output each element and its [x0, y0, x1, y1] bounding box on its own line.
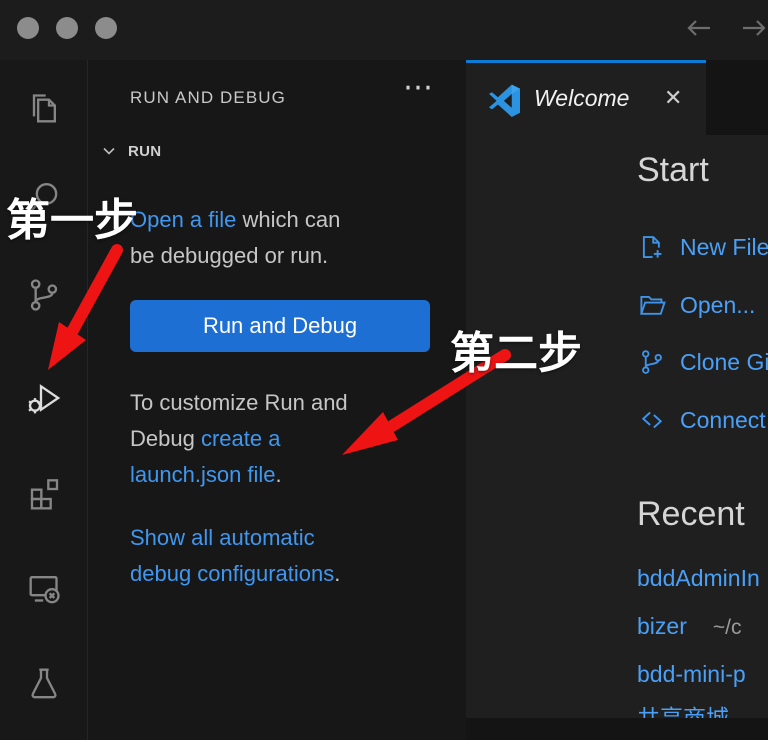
title-bar: [0, 0, 768, 60]
run-intro-text: Open a file which can be debugged or run…: [130, 202, 442, 274]
show-all-period: .: [334, 561, 340, 586]
open-folder-icon: [637, 290, 667, 320]
start-item-clone[interactable]: Clone Git Repository...: [637, 345, 768, 379]
customize-line1: To customize Run and: [130, 385, 442, 421]
start-item-open[interactable]: Open...: [637, 288, 768, 322]
recent-heading: Recent: [637, 495, 745, 534]
traffic-light-zoom[interactable]: [95, 17, 117, 39]
intro-text-line2: be debugged or run.: [130, 238, 442, 274]
recent-item-name[interactable]: 共享商城: [637, 705, 729, 718]
start-item-new-file[interactable]: New File...: [637, 230, 768, 264]
show-all-configs-text: Show all automatic debug configurations.: [130, 520, 442, 592]
recent-item-name[interactable]: bddAdminIn: [637, 565, 760, 591]
customize-period: .: [276, 462, 282, 487]
traffic-light-close[interactable]: [17, 17, 39, 39]
run-and-debug-panel: RUN AND DEBUG ⋯ RUN Open a file which ca…: [88, 60, 466, 740]
more-actions-icon[interactable]: ⋯: [403, 70, 435, 105]
source-control-icon[interactable]: [24, 275, 64, 315]
start-item-label: New File...: [680, 234, 768, 261]
recent-item[interactable]: bizer ~/c: [637, 611, 768, 641]
chevron-down-icon: [100, 142, 118, 160]
start-item-label: Clone Git Repository...: [680, 349, 768, 376]
recent-item-name[interactable]: bizer: [637, 613, 687, 639]
tab-bar: Welcome ✕: [466, 60, 768, 135]
testing-icon[interactable]: [24, 663, 64, 703]
recent-item[interactable]: bdd-mini-p: [637, 659, 768, 689]
tab-welcome[interactable]: Welcome ✕: [466, 60, 706, 135]
new-file-icon: [637, 232, 667, 262]
create-launch-json-link-line2[interactable]: launch.json file: [130, 462, 276, 487]
recent-item[interactable]: bddAdminIn: [637, 563, 768, 593]
panel-title: RUN AND DEBUG: [130, 88, 286, 108]
vscode-logo-icon: [488, 84, 521, 117]
welcome-page: Start New File... Open...: [466, 135, 768, 718]
intro-text-rest: which can: [236, 207, 340, 232]
recent-item-clipped[interactable]: 共享商城: [637, 703, 768, 718]
tab-close-icon[interactable]: ✕: [664, 85, 682, 111]
tab-title: Welcome: [534, 85, 629, 112]
recent-item-name[interactable]: bdd-mini-p: [637, 661, 746, 687]
traffic-light-minimize[interactable]: [56, 17, 78, 39]
remote-icon: [637, 405, 667, 435]
run-section-label: RUN: [128, 143, 161, 160]
search-icon[interactable]: [24, 178, 64, 218]
history-back-icon[interactable]: [683, 12, 715, 44]
start-item-label: Connect to...: [680, 407, 768, 434]
run-and-debug-icon[interactable]: [24, 378, 64, 418]
create-launch-json-link[interactable]: create a: [201, 426, 281, 451]
start-item-connect[interactable]: Connect to...: [637, 403, 768, 437]
start-item-label: Open...: [680, 292, 755, 319]
vscode-window: RUN AND DEBUG ⋯ RUN Open a file which ca…: [0, 0, 768, 740]
customize-line2-plain: Debug: [130, 426, 201, 451]
run-section-header[interactable]: RUN: [100, 140, 161, 162]
customize-text: To customize Run and Debug create a laun…: [130, 385, 442, 493]
show-all-configs-link-line2[interactable]: debug configurations: [130, 561, 334, 586]
extensions-icon[interactable]: [24, 473, 64, 513]
git-branch-icon: [637, 347, 667, 377]
run-and-debug-button[interactable]: Run and Debug: [130, 300, 430, 352]
show-all-configs-link[interactable]: Show all automatic: [130, 525, 315, 550]
history-forward-icon[interactable]: [738, 12, 768, 44]
recent-item-path: ~/c: [713, 616, 742, 639]
start-heading: Start: [637, 151, 709, 190]
open-a-file-link[interactable]: Open a file: [130, 207, 236, 232]
explorer-icon[interactable]: [24, 88, 64, 128]
editor-group: Welcome ✕ Start New File...: [466, 60, 768, 740]
remote-explorer-icon[interactable]: [24, 568, 64, 608]
activity-bar: [0, 60, 88, 740]
